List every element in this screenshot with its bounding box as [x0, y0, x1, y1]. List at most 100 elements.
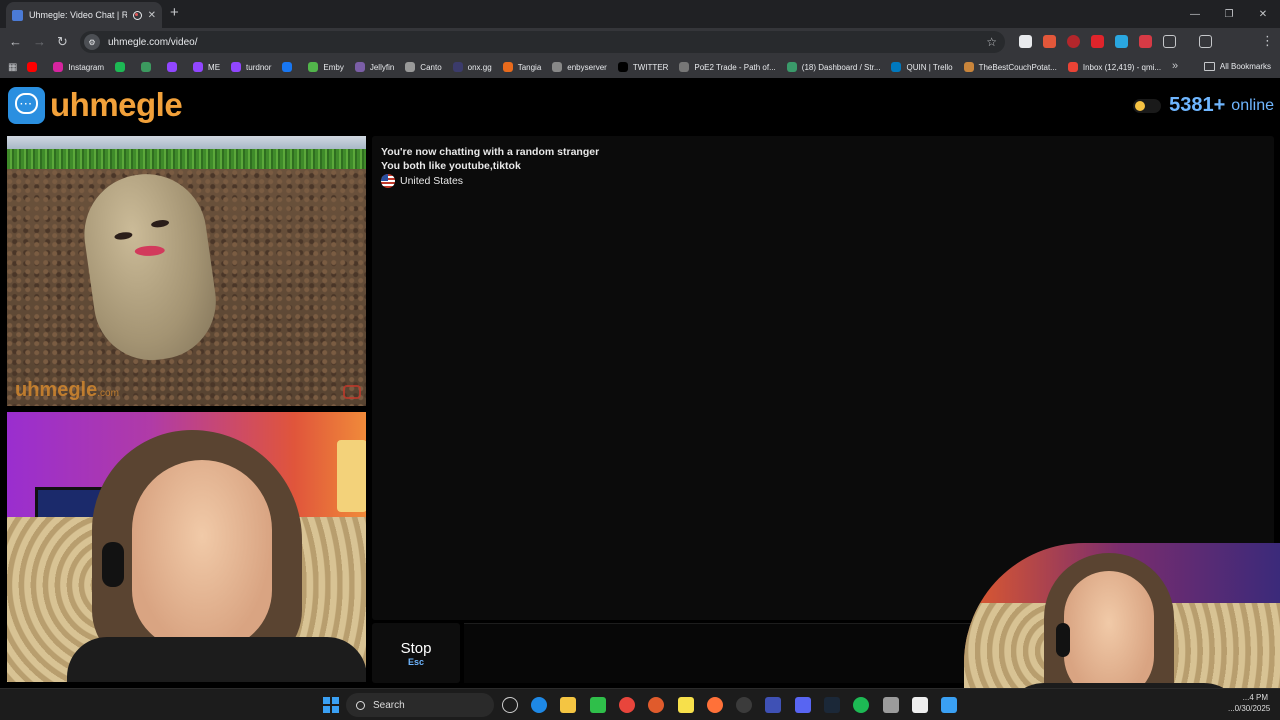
site-info-icon[interactable]: ⚙	[84, 34, 100, 50]
spotify-icon[interactable]	[853, 697, 869, 713]
bookmark-favicon-icon	[502, 62, 513, 72]
chrome-icon[interactable]	[619, 697, 635, 713]
bookmark-favicon-icon	[891, 62, 902, 72]
sticky-notes-icon[interactable]	[678, 697, 694, 713]
bookmark-label: TWITTER	[632, 62, 669, 72]
bookmark-item[interactable]: QUIN | Trello	[891, 62, 953, 72]
bookmark-item[interactable]: enbyserver	[552, 62, 607, 72]
start-button[interactable]	[323, 697, 339, 713]
system-clock[interactable]: ...4 PM ...0/30/2025	[1228, 692, 1271, 714]
file-explorer-icon[interactable]	[560, 697, 576, 713]
bookmark-item[interactable]: (18) Dashboard / Str...	[786, 62, 881, 72]
task-view-icon[interactable]	[502, 697, 518, 713]
tab-close-button[interactable]: ✕	[148, 10, 156, 21]
site-favicon-icon	[12, 9, 23, 21]
bookmark-label: QUIN | Trello	[906, 62, 953, 72]
bookmark-item[interactable]: Jellyfin	[354, 62, 394, 72]
us-flag-icon	[381, 174, 395, 188]
forward-button[interactable]: →	[33, 34, 46, 50]
maximize-button[interactable]: ❐	[1212, 0, 1246, 28]
bookmark-item[interactable]: PoE2 Trade - Path of...	[679, 62, 776, 72]
stop-button[interactable]: Stop Esc	[372, 623, 460, 683]
bookmark-item[interactable]: Emby	[308, 62, 344, 72]
theme-toggle[interactable]	[1133, 98, 1162, 113]
potato-eye-left	[114, 231, 133, 241]
bookmark-item[interactable]	[115, 62, 130, 72]
person-face	[132, 460, 272, 650]
extension-red-icon[interactable]	[1139, 35, 1152, 48]
bookmark-favicon-icon	[141, 62, 152, 72]
extension-fox-icon[interactable]	[1043, 35, 1056, 48]
menu-kebab-icon[interactable]: ⋮	[1261, 33, 1274, 49]
person-face	[1064, 571, 1154, 701]
tab-uhmegle[interactable]: Uhmegle: Video Chat | Ran... ✕	[6, 2, 162, 28]
bookmark-item[interactable]: ME	[193, 62, 220, 72]
all-bookmarks-button[interactable]: All Bookmarks	[1203, 62, 1271, 71]
bookmark-item[interactable]	[27, 62, 42, 72]
bookmark-item[interactable]: onx.gg	[452, 62, 492, 72]
bookmark-favicon-icon	[53, 62, 64, 72]
bookmark-star-icon[interactable]: ☆	[986, 35, 997, 49]
bookmark-label: Emby	[323, 62, 344, 72]
app-gray-icon[interactable]	[883, 697, 899, 713]
tab-strip: Uhmegle: Video Chat | Ran... ✕ + — ❐ ✕	[0, 0, 1280, 28]
online-count: 5381	[1169, 94, 1214, 116]
extensions-puzzle-icon[interactable]	[1163, 35, 1176, 48]
bookmark-label: enbyserver	[567, 62, 607, 72]
window-controls: — ❐ ✕	[1178, 0, 1280, 28]
back-button[interactable]: ←	[9, 34, 22, 50]
bookmark-item[interactable]: Canto	[405, 62, 442, 72]
bookmark-item[interactable]	[167, 62, 182, 72]
bookmark-item[interactable]: Instagram	[53, 62, 104, 72]
notepad-icon[interactable]	[941, 697, 957, 713]
edge-icon[interactable]	[531, 697, 547, 713]
clock-date: ...0/30/2025	[1228, 704, 1271, 713]
bookmark-item[interactable]: TWITTER	[617, 62, 669, 72]
bookmark-item[interactable]	[282, 62, 297, 72]
watermark-suffix: .com	[97, 388, 119, 399]
app-dark-icon[interactable]	[736, 697, 752, 713]
bookmark-label: (18) Dashboard / Str...	[801, 62, 881, 72]
extension-badge-icon[interactable]	[1067, 35, 1080, 48]
self-video	[7, 412, 366, 682]
bookmark-item[interactable]: TheBestCouchPotat...	[963, 62, 1057, 72]
app-blue-icon[interactable]	[765, 697, 781, 713]
minimize-button[interactable]: —	[1178, 0, 1212, 28]
close-window-button[interactable]: ✕	[1246, 0, 1280, 28]
url-text[interactable]: uhmegle.com/video/	[108, 37, 198, 48]
background-lamp	[337, 440, 366, 512]
media-player-icon[interactable]	[590, 697, 606, 713]
bookmark-item[interactable]	[141, 62, 156, 72]
taskbar-search[interactable]: Search	[346, 693, 494, 717]
bookmark-favicon-icon	[679, 62, 690, 72]
bookmarks-overflow-button[interactable]: »	[1172, 60, 1178, 72]
bookmark-label: Inbox (12,419) - qmi...	[1082, 62, 1162, 72]
side-panel-icon[interactable]	[1199, 35, 1212, 48]
bookmark-item[interactable]: Inbox (12,419) - qmi...	[1067, 62, 1162, 72]
status-common-interests: You both like youtube,tiktok	[381, 160, 521, 172]
extension-k-icon[interactable]	[1019, 35, 1032, 48]
app-orange-icon[interactable]	[648, 697, 664, 713]
bookmark-item[interactable]: turdnor	[231, 62, 271, 72]
bookmark-item[interactable]: Tangia	[502, 62, 541, 72]
headset-icon	[1056, 623, 1070, 657]
stranger-country: United States	[381, 174, 463, 188]
new-tab-button[interactable]: +	[170, 5, 179, 21]
search-icon	[356, 700, 365, 710]
steam-icon[interactable]	[824, 697, 840, 713]
bookmark-label: turdnor	[246, 62, 272, 72]
discord-icon[interactable]	[795, 697, 811, 713]
extension-7tv-icon[interactable]	[1115, 35, 1128, 48]
apps-grid-icon[interactable]: ▦	[8, 62, 17, 73]
reload-button[interactable]: ↻	[57, 34, 68, 50]
site-logo[interactable]: ··· uhmegle	[8, 86, 183, 124]
firefox-icon[interactable]	[707, 697, 723, 713]
bookmark-list: Instagram ME turdnor Emby Jellyfin Canto onx.g…	[27, 62, 1172, 72]
chat-bubble-logo-icon: ···	[8, 86, 45, 124]
app-white-icon[interactable]	[912, 697, 928, 713]
online-label: online	[1231, 96, 1274, 114]
report-flag-icon[interactable]	[343, 385, 361, 399]
address-bar[interactable]: ⚙ uhmegle.com/video/ ☆	[80, 31, 1005, 53]
extension-youtube-icon[interactable]	[1091, 35, 1104, 48]
clock-time: ...4 PM	[1242, 693, 1268, 702]
